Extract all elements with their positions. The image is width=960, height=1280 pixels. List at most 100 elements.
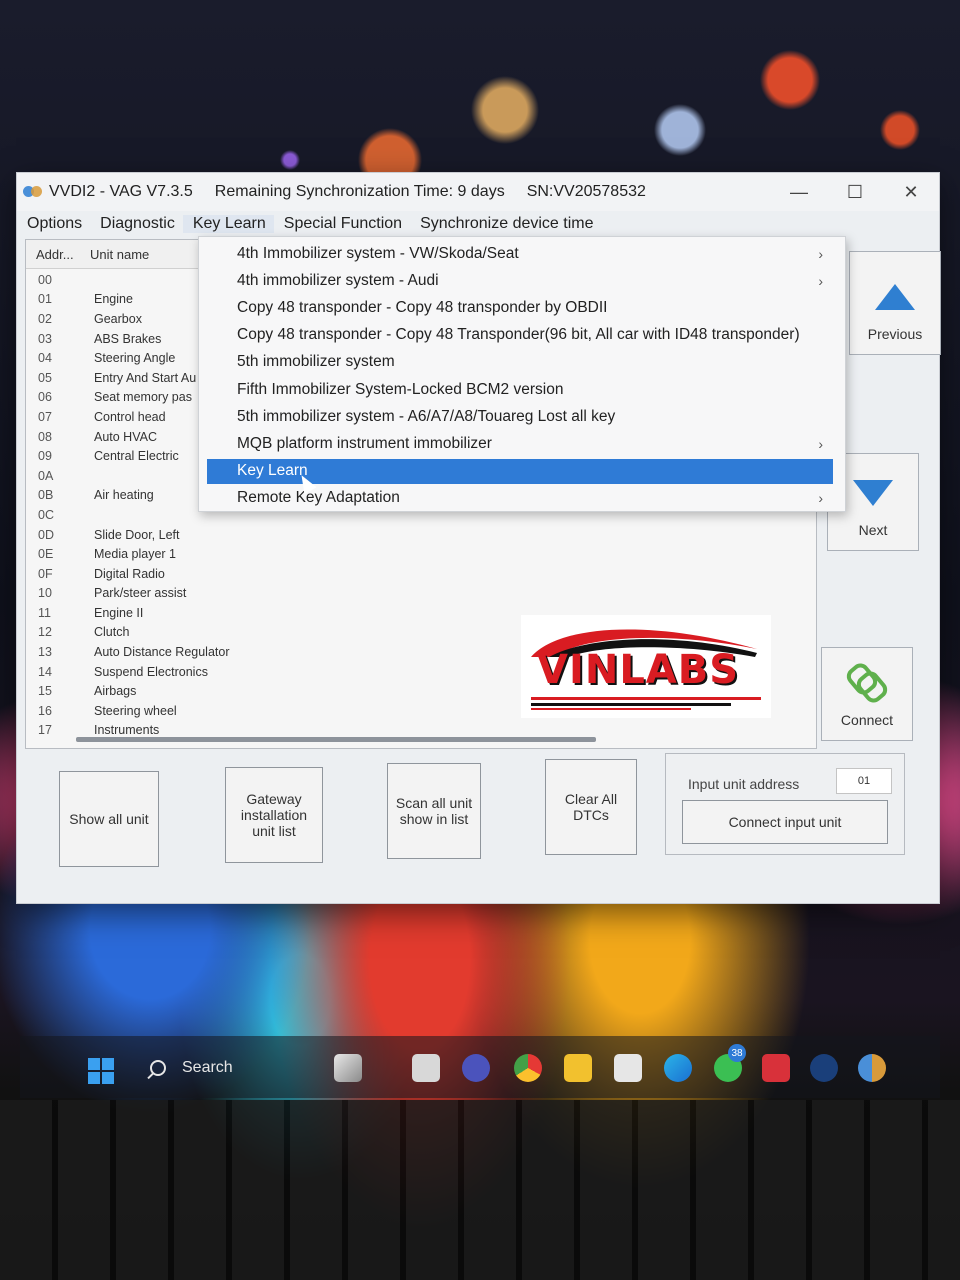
unit-name: ABS Brakes [94, 331, 162, 346]
submenu-arrow-icon: › [818, 490, 823, 507]
unit-address: 04 [38, 351, 52, 366]
unit-address: 10 [38, 586, 52, 601]
maximize-button[interactable]: ☐ [827, 173, 883, 211]
menu-item[interactable]: Fifth Immobilizer System-Locked BCM2 ver… [207, 377, 833, 402]
menu-item[interactable]: MQB platform instrument immobilizer › [207, 431, 833, 456]
arrow-up-icon [875, 284, 915, 310]
search-icon [150, 1060, 166, 1076]
vpn-icon[interactable] [810, 1054, 838, 1082]
unit-name: Seat memory pas [94, 390, 192, 405]
table-row[interactable]: 0F Digital Radio [26, 564, 426, 584]
taskbar-search[interactable]: Search [146, 1052, 326, 1084]
unit-address-input[interactable] [836, 768, 892, 794]
unit-name: Engine II [94, 605, 144, 620]
unit-address: 0D [38, 527, 54, 542]
unit-address: 15 [38, 684, 52, 699]
show-all-unit-button[interactable]: Show all unit [59, 771, 159, 867]
unit-name: Steering Angle [94, 351, 176, 366]
unit-name: Digital Radio [94, 566, 165, 581]
unit-name: Entry And Start Au [94, 370, 197, 385]
table-row[interactable]: 15 Airbags [26, 681, 426, 701]
teams-icon[interactable] [462, 1054, 490, 1082]
clear-all-dtcs-button[interactable]: Clear All DTCs [545, 759, 637, 855]
submenu-arrow-icon: › [818, 435, 823, 452]
table-row[interactable]: 0D Slide Door, Left [26, 525, 426, 545]
windows-taskbar: Search 38 [20, 1036, 940, 1098]
table-row[interactable]: 0E Media player 1 [26, 544, 426, 564]
unit-address: 02 [38, 311, 52, 326]
unit-name: Clutch [94, 625, 130, 640]
menu-item[interactable]: 4th immobilizer system - Audi › [207, 268, 833, 293]
menu-item-label: 5th immobilizer system - A6/A7/A8/Touare… [237, 407, 616, 425]
menu-options[interactable]: Options [17, 215, 90, 233]
table-row[interactable]: 12 Clutch [26, 623, 426, 643]
col-header-unit-name[interactable]: Unit name [80, 247, 149, 262]
menu-special-function[interactable]: Special Function [274, 215, 410, 233]
table-row[interactable]: 11 Engine II [26, 603, 426, 623]
next-label: Next [858, 522, 888, 538]
unit-name: Air heating [94, 488, 154, 503]
submenu-arrow-icon: › [818, 272, 823, 289]
unit-address: 0B [38, 488, 54, 503]
menu-item[interactable]: 5th immobilizer system - A6/A7/A8/Touare… [207, 404, 833, 429]
menu-item[interactable]: Copy 48 transponder - Copy 48 Transponde… [207, 323, 833, 348]
menu-item-label: Copy 48 transponder - Copy 48 transponde… [237, 298, 608, 316]
unit-address: 0A [38, 468, 54, 483]
unit-name: Instruments [94, 723, 160, 738]
task-view-icon[interactable] [412, 1054, 440, 1082]
unit-address: 17 [38, 723, 52, 738]
table-row[interactable]: 10 Park/steer assist [26, 584, 426, 604]
unit-name: Airbags [94, 684, 137, 699]
unit-address: 0E [38, 547, 54, 562]
scan-all-unit-button[interactable]: Scan all unit show in list [387, 763, 481, 859]
previous-button[interactable]: Previous [849, 251, 941, 355]
unit-address: 08 [38, 429, 52, 444]
connect-input-unit-button[interactable]: Connect input unit [682, 800, 888, 844]
unit-address: 03 [38, 331, 52, 346]
horizontal-scrollbar[interactable] [76, 737, 596, 742]
unit-address: 06 [38, 390, 52, 405]
gateway-list-button[interactable]: Gateway installation unit list [225, 767, 323, 863]
minimize-button[interactable]: — [771, 173, 827, 211]
menu-key-learn[interactable]: Key Learn [182, 215, 274, 233]
unit-address: 12 [38, 625, 52, 640]
menu-synchronize-device-time[interactable]: Synchronize device time [410, 215, 601, 233]
file-explorer-icon[interactable] [564, 1054, 592, 1082]
input-unit-address-label: Input unit address [688, 776, 800, 792]
unit-address: 0F [38, 566, 53, 581]
chrome-icon[interactable] [514, 1054, 542, 1082]
unit-address: 16 [38, 703, 52, 718]
unit-address: 11 [38, 605, 51, 620]
logo-underline-icon [531, 697, 761, 710]
window-controls: — ☐ ✕ [771, 173, 939, 211]
microsoft-store-icon[interactable] [614, 1054, 642, 1082]
unit-address: 00 [38, 272, 52, 287]
unit-name: Engine [94, 292, 133, 307]
col-header-address[interactable]: Addr... [26, 247, 80, 262]
laptop-keyboard [0, 1100, 960, 1280]
sync-time-status: Remaining Synchronization Time: 9 days [214, 183, 505, 200]
menu-diagnostic[interactable]: Diagnostic [90, 215, 183, 233]
menu-bar: Options Diagnostic Key Learn Special Fun… [17, 211, 939, 237]
menu-item-label: Key Learn [237, 462, 308, 480]
menu-item[interactable]: 5th immobilizer system [207, 350, 833, 375]
vvdi2-taskbar-icon[interactable] [858, 1054, 886, 1082]
unit-list-header: Addr... Unit name [26, 240, 206, 269]
widgets-icon[interactable] [334, 1054, 362, 1082]
key-learn-dropdown-menu: 4th Immobilizer system - VW/Skoda/Seat › 4… [198, 236, 846, 512]
menu-item[interactable]: Copy 48 transponder - Copy 48 transponde… [207, 295, 833, 320]
anydesk-icon[interactable] [762, 1054, 790, 1082]
table-row[interactable]: 14 Suspend Electronics [26, 662, 426, 682]
unit-name: Slide Door, Left [94, 527, 180, 542]
table-row[interactable]: 16 Steering wheel [26, 701, 426, 721]
close-button[interactable]: ✕ [883, 173, 939, 211]
windows-start-icon[interactable] [88, 1058, 114, 1084]
table-row[interactable]: 13 Auto Distance Regulator [26, 642, 426, 662]
app-logo-icon [23, 186, 43, 198]
edge-icon[interactable] [664, 1054, 692, 1082]
menu-item[interactable]: 4th Immobilizer system - VW/Skoda/Seat › [207, 241, 833, 266]
menu-item-label: 4th Immobilizer system - VW/Skoda/Seat [237, 244, 519, 262]
connect-button[interactable]: Connect [821, 647, 913, 741]
unit-address: 07 [38, 409, 52, 424]
unit-address: 14 [38, 664, 52, 679]
